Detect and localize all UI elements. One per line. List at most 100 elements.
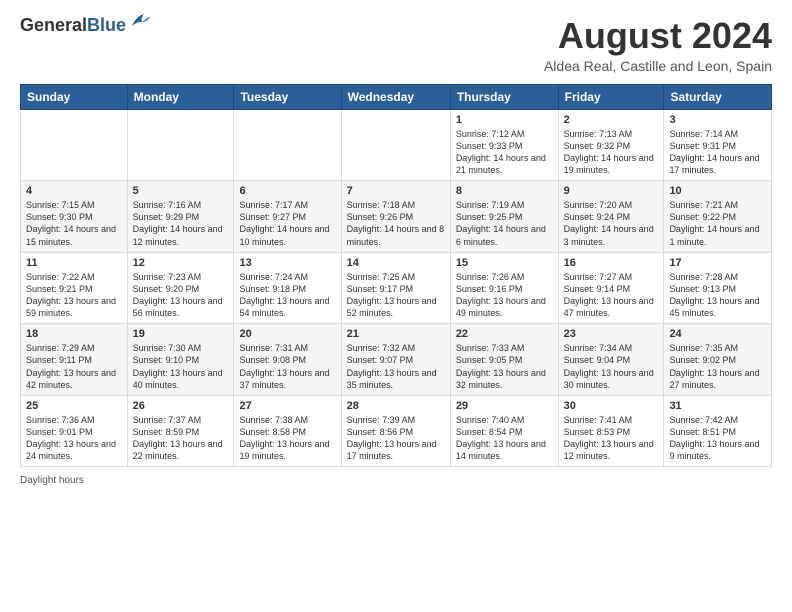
calendar-cell: 5Sunrise: 7:16 AM Sunset: 9:29 PM Daylig… [127,181,234,253]
day-info: Sunrise: 7:24 AM Sunset: 9:18 PM Dayligh… [239,271,335,320]
day-info: Sunrise: 7:26 AM Sunset: 9:16 PM Dayligh… [456,271,553,320]
day-info: Sunrise: 7:42 AM Sunset: 8:51 PM Dayligh… [669,414,766,463]
day-number: 13 [239,257,335,269]
page: GeneralBlue August 2024 Aldea Real, Cast… [0,0,792,612]
footer: Daylight hours [20,475,772,486]
day-info: Sunrise: 7:13 AM Sunset: 9:32 PM Dayligh… [564,128,659,177]
calendar-cell: 1Sunrise: 7:12 AM Sunset: 9:33 PM Daylig… [450,109,558,181]
calendar-header-saturday: Saturday [664,84,772,109]
day-number: 21 [347,328,445,340]
day-info: Sunrise: 7:12 AM Sunset: 9:33 PM Dayligh… [456,128,553,177]
day-number: 20 [239,328,335,340]
calendar-cell: 9 Sunrise: 7:20 AM Sunset: 9:24 PM Daylig… [558,181,664,253]
day-number: 27 [239,400,335,412]
calendar-cell: 14Sunrise: 7:25 AM Sunset: 9:17 PM Dayli… [341,252,450,324]
day-info: Sunrise: 7:25 AM Sunset: 9:17 PM Dayligh… [347,271,445,320]
calendar-header-friday: Friday [558,84,664,109]
day-info: Sunrise: 7:23 AM Sunset: 9:20 PM Dayligh… [133,271,229,320]
day-info: Sunrise: 7:27 AM Sunset: 9:14 PM Dayligh… [564,271,659,320]
logo-bird-icon [128,10,152,34]
day-info: Sunrise: 7:16 AM Sunset: 9:29 PM Dayligh… [133,199,229,248]
day-number: 3 [669,114,766,126]
logo-text: GeneralBlue [20,16,126,36]
day-number: 2 [564,114,659,126]
calendar-cell: 18 Sunrise: 7:29 AM Sunset: 9:11 PM Dayli… [21,324,128,396]
day-number: 19 [133,328,229,340]
day-number: 4 [26,185,122,197]
calendar-cell: 8 Sunrise: 7:19 AM Sunset: 9:25 PM Daylig… [450,181,558,253]
calendar-cell: 25 Sunrise: 7:36 AM Sunset: 9:01 PM Dayli… [21,395,128,467]
header: GeneralBlue August 2024 Aldea Real, Cast… [20,16,772,74]
day-number: 24 [669,328,766,340]
calendar-header-wednesday: Wednesday [341,84,450,109]
calendar-week-row: 11Sunrise: 7:22 AM Sunset: 9:21 PM Dayli… [21,252,772,324]
calendar-header-tuesday: Tuesday [234,84,341,109]
calendar-cell: 28Sunrise: 7:39 AM Sunset: 8:56 PM Dayli… [341,395,450,467]
day-info: Sunrise: 7:39 AM Sunset: 8:56 PM Dayligh… [347,414,445,463]
calendar-header-row: SundayMondayTuesdayWednesdayThursdayFrid… [21,84,772,109]
day-info: Sunrise: 7:41 AM Sunset: 8:53 PM Dayligh… [564,414,659,463]
calendar-cell: 26 Sunrise: 7:37 AM Sunset: 8:59 PM Dayli… [127,395,234,467]
calendar-cell: 10Sunrise: 7:21 AM Sunset: 9:22 PM Dayli… [664,181,772,253]
day-info: Sunrise: 7:37 AM Sunset: 8:59 PM Dayligh… [133,414,229,463]
calendar-cell [341,109,450,181]
day-number: 7 [347,185,445,197]
day-number: 16 [564,257,659,269]
day-number: 30 [564,400,659,412]
day-info: Sunrise: 7:32 AM Sunset: 9:07 PM Dayligh… [347,342,445,391]
day-number: 23 [564,328,659,340]
day-info: Sunrise: 7:15 AM Sunset: 9:30 PM Dayligh… [26,199,122,248]
calendar-cell: 23 Sunrise: 7:34 AM Sunset: 9:04 PM Dayli… [558,324,664,396]
day-info: Sunrise: 7:29 AM Sunset: 9:11 PM Dayligh… [26,342,122,391]
calendar-header-sunday: Sunday [21,84,128,109]
day-info: Sunrise: 7:19 AM Sunset: 9:25 PM Dayligh… [456,199,553,248]
calendar-cell: 4 Sunrise: 7:15 AM Sunset: 9:30 PM Daylig… [21,181,128,253]
day-info: Sunrise: 7:22 AM Sunset: 9:21 PM Dayligh… [26,271,122,320]
day-number: 15 [456,257,553,269]
day-number: 8 [456,185,553,197]
sub-title: Aldea Real, Castille and Leon, Spain [544,58,772,74]
calendar-cell: 12Sunrise: 7:23 AM Sunset: 9:20 PM Dayli… [127,252,234,324]
day-info: Sunrise: 7:18 AM Sunset: 9:26 PM Dayligh… [347,199,445,248]
calendar-cell: 31Sunrise: 7:42 AM Sunset: 8:51 PM Dayli… [664,395,772,467]
calendar-header-monday: Monday [127,84,234,109]
day-number: 18 [26,328,122,340]
calendar-cell: 16 Sunrise: 7:27 AM Sunset: 9:14 PM Dayli… [558,252,664,324]
day-number: 10 [669,185,766,197]
day-info: Sunrise: 7:40 AM Sunset: 8:54 PM Dayligh… [456,414,553,463]
calendar-cell: 13 Sunrise: 7:24 AM Sunset: 9:18 PM Dayli… [234,252,341,324]
day-number: 25 [26,400,122,412]
calendar-week-row: 25 Sunrise: 7:36 AM Sunset: 9:01 PM Dayli… [21,395,772,467]
day-number: 17 [669,257,766,269]
day-info: Sunrise: 7:31 AM Sunset: 9:08 PM Dayligh… [239,342,335,391]
calendar-week-row: 1Sunrise: 7:12 AM Sunset: 9:33 PM Daylig… [21,109,772,181]
calendar-cell: 6Sunrise: 7:17 AM Sunset: 9:27 PM Daylig… [234,181,341,253]
calendar-cell: 15 Sunrise: 7:26 AM Sunset: 9:16 PM Dayli… [450,252,558,324]
day-number: 22 [456,328,553,340]
day-info: Sunrise: 7:20 AM Sunset: 9:24 PM Dayligh… [564,199,659,248]
day-info: Sunrise: 7:36 AM Sunset: 9:01 PM Dayligh… [26,414,122,463]
day-number: 26 [133,400,229,412]
calendar-cell: 20 Sunrise: 7:31 AM Sunset: 9:08 PM Dayli… [234,324,341,396]
calendar-cell: 11Sunrise: 7:22 AM Sunset: 9:21 PM Dayli… [21,252,128,324]
calendar-cell: 7 Sunrise: 7:18 AM Sunset: 9:26 PM Daylig… [341,181,450,253]
calendar-cell: 30 Sunrise: 7:41 AM Sunset: 8:53 PM Dayli… [558,395,664,467]
calendar-cell: 29 Sunrise: 7:40 AM Sunset: 8:54 PM Dayli… [450,395,558,467]
day-info: Sunrise: 7:17 AM Sunset: 9:27 PM Dayligh… [239,199,335,248]
day-info: Sunrise: 7:34 AM Sunset: 9:04 PM Dayligh… [564,342,659,391]
calendar-cell [21,109,128,181]
calendar-cell: 27 Sunrise: 7:38 AM Sunset: 8:58 PM Dayli… [234,395,341,467]
calendar-cell [234,109,341,181]
day-number: 29 [456,400,553,412]
calendar-cell: 21 Sunrise: 7:32 AM Sunset: 9:07 PM Dayli… [341,324,450,396]
day-info: Sunrise: 7:38 AM Sunset: 8:58 PM Dayligh… [239,414,335,463]
calendar-week-row: 4 Sunrise: 7:15 AM Sunset: 9:30 PM Daylig… [21,181,772,253]
day-number: 9 [564,185,659,197]
calendar-table: SundayMondayTuesdayWednesdayThursdayFrid… [20,84,772,468]
day-info: Sunrise: 7:35 AM Sunset: 9:02 PM Dayligh… [669,342,766,391]
daylight-label: Daylight hours [20,475,84,486]
day-info: Sunrise: 7:28 AM Sunset: 9:13 PM Dayligh… [669,271,766,320]
calendar-cell: 22Sunrise: 7:33 AM Sunset: 9:05 PM Dayli… [450,324,558,396]
calendar-cell [127,109,234,181]
logo: GeneralBlue [20,16,152,36]
